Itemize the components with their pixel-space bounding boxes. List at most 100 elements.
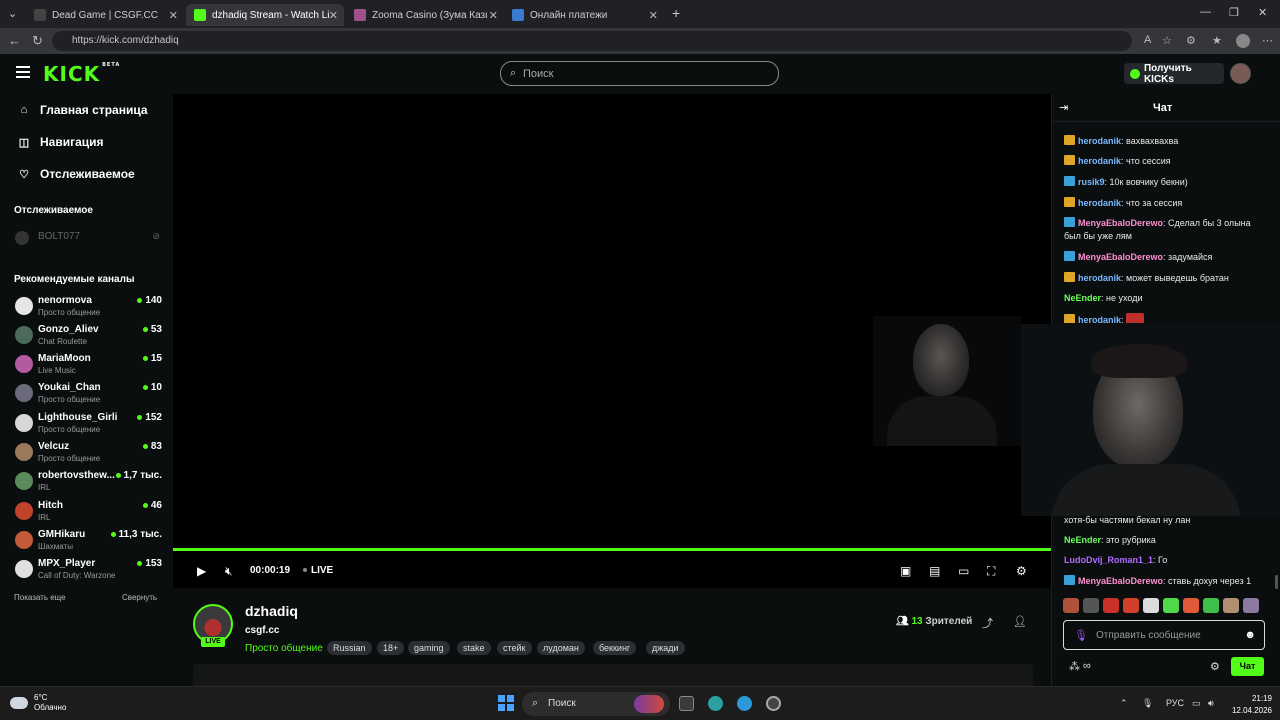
menu-dots-icon[interactable]: ⋯	[1262, 34, 1273, 47]
streamer-name[interactable]: dzhadiq	[245, 603, 298, 619]
browser-tab-3[interactable]: Zooma Casino (Зума Казино) ✕	[346, 4, 504, 26]
emote-icon[interactable]	[1143, 598, 1159, 613]
minimize-icon[interactable]: —	[1200, 6, 1211, 18]
emote-icon[interactable]	[1183, 598, 1199, 613]
webcam-overlay-large	[1021, 324, 1280, 516]
favorite-star-icon[interactable]: ☆	[1162, 34, 1172, 47]
clip-icon[interactable]: ▤	[929, 564, 940, 578]
tag[interactable]: gaming	[408, 641, 450, 655]
volume-icon[interactable]: 🔊︎	[1208, 698, 1214, 709]
get-kicks-button[interactable]: Получить KICKs	[1124, 63, 1224, 85]
collapse-chat-icon[interactable]: ⇥	[1059, 101, 1068, 114]
fullscreen-icon[interactable]: ⛶	[987, 564, 995, 579]
tag[interactable]: джади	[646, 641, 685, 655]
extensions-icon[interactable]: ⚙	[1186, 34, 1196, 47]
streamer-body	[887, 396, 997, 446]
send-chat-button[interactable]: Чат	[1231, 657, 1264, 676]
language-indicator[interactable]: РУС	[1166, 698, 1184, 708]
read-aloud-icon[interactable]: A	[1144, 34, 1151, 46]
tab-search-icon[interactable]: ⌄	[8, 7, 17, 20]
followed-channel-item[interactable]: BOLT077 ⊘	[14, 229, 162, 258]
kicks-icon[interactable]: ⁂	[1069, 660, 1080, 673]
browser-tab-4[interactable]: Онлайн платежи ✕	[504, 4, 664, 26]
browser-tab-1[interactable]: Dead Game | CSGF.CC ✕	[26, 4, 184, 26]
mute-icon[interactable]: 🔇︎	[225, 564, 233, 579]
emote-icon[interactable]	[1123, 598, 1139, 613]
microphone-icon[interactable]: 🎙︎	[1074, 629, 1088, 642]
emoji-picker-icon[interactable]: ☻	[1244, 629, 1256, 641]
chat-input-box[interactable]: 🎙︎ ☻	[1063, 620, 1265, 650]
chat-settings-gear-icon[interactable]: ⚙	[1210, 660, 1220, 673]
edge-browser-icon[interactable]	[708, 696, 723, 711]
search-box[interactable]: ⌕	[500, 61, 779, 86]
recommended-channel-item[interactable]: Lighthouse_Girlie Просто общение 152	[14, 411, 162, 440]
tag[interactable]: лудоман	[537, 641, 585, 655]
kick-logo[interactable]: KICK BETA	[43, 62, 120, 86]
recommended-channel-item[interactable]: robertovsthew... IRL 1,7 тыс.	[14, 469, 162, 498]
profile-icon[interactable]	[1236, 34, 1250, 48]
telegram-icon[interactable]	[737, 696, 752, 711]
back-icon[interactable]: ←	[8, 33, 21, 48]
sidebar-nav-home[interactable]: ⌂ Главная страница	[18, 103, 148, 117]
infinity-icon[interactable]: ∞	[1083, 660, 1091, 672]
close-tab-icon[interactable]: ✕	[169, 9, 178, 22]
steam-icon[interactable]	[766, 696, 781, 711]
sidebar-nav-browse[interactable]: ◫ Навигация	[18, 135, 104, 149]
tag[interactable]: стейк	[497, 641, 532, 655]
url-field[interactable]: https://kick.com/dzhadiq	[52, 31, 1132, 51]
weather-widget[interactable]: 6°C Облачно	[10, 693, 66, 713]
stream-category[interactable]: Просто общение	[245, 643, 323, 654]
emote-icon[interactable]	[1163, 598, 1179, 613]
user-avatar[interactable]	[1230, 63, 1251, 84]
emote-icon[interactable]	[1243, 598, 1259, 613]
tag[interactable]: stake	[457, 641, 491, 655]
show-more-link[interactable]: Показать еще	[14, 593, 66, 602]
recommended-channel-item[interactable]: Hitch IRL 46	[14, 499, 162, 528]
tray-overflow-icon[interactable]: ⌃	[1120, 698, 1128, 709]
recommended-channel-item[interactable]: Gonzo_Aliev Chat Roulette 53	[14, 323, 162, 352]
recommended-channel-item[interactable]: MariaMoon Live Music 15	[14, 352, 162, 381]
microphone-tray-icon[interactable]: 🎙︎	[1142, 698, 1153, 709]
mini-player-icon[interactable]: ▣	[900, 564, 911, 578]
collapse-link[interactable]: Свернуть	[122, 593, 157, 602]
taskbar-search[interactable]: ⌕ Поиск	[522, 692, 670, 716]
network-icon[interactable]: ▭	[1192, 698, 1201, 709]
emote-icon[interactable]	[1223, 598, 1239, 613]
recommended-channel-item[interactable]: Youkai_Chan Просто общение 10	[14, 381, 162, 410]
recommended-channel-item[interactable]: GMHikaru Шахматы 11,3 тыс.	[14, 528, 162, 557]
emote-icon[interactable]	[1063, 598, 1079, 613]
emote-icon[interactable]	[1083, 598, 1099, 613]
hamburger-menu-icon[interactable]	[16, 66, 30, 78]
share-icon[interactable]: ⤴	[982, 615, 993, 631]
play-icon[interactable]: ▶	[197, 564, 206, 578]
recommended-channel-item[interactable]: nenormova Просто общение 140	[14, 294, 162, 323]
search-input[interactable]	[523, 66, 763, 82]
close-window-icon[interactable]: ✕	[1258, 6, 1267, 19]
recommended-channel-item[interactable]: Velcuz Просто общение 83	[14, 440, 162, 469]
new-tab-button[interactable]: +	[672, 5, 680, 21]
follow-user-icon[interactable]: 👤︎	[1013, 615, 1027, 628]
tag[interactable]: Russian	[327, 641, 372, 655]
emote-icon[interactable]	[1203, 598, 1219, 613]
theater-mode-icon[interactable]: ▭	[958, 564, 969, 578]
close-tab-icon[interactable]: ✕	[329, 9, 338, 22]
browser-tab-2[interactable]: dzhadiq Stream - Watch Live on Kick ✕	[186, 4, 344, 26]
recommended-channel-item[interactable]: MPX_Player Call of Duty: Warzone 153	[14, 557, 162, 586]
close-tab-icon[interactable]: ✕	[489, 9, 498, 22]
tag[interactable]: беккинг	[593, 641, 637, 655]
file-explorer-icon[interactable]	[679, 696, 694, 711]
sidebar-nav-following[interactable]: ♡ Отслеживаемое	[18, 167, 135, 181]
progress-bar[interactable]	[173, 548, 1051, 551]
close-tab-icon[interactable]: ✕	[649, 9, 658, 22]
chat-scrollbar[interactable]	[1275, 575, 1278, 589]
live-indicator[interactable]: LIVE	[303, 565, 333, 576]
restore-icon[interactable]: ❐	[1229, 6, 1239, 19]
favorites-icon[interactable]: ★	[1212, 34, 1222, 47]
emote-icon[interactable]	[1103, 598, 1119, 613]
reload-icon[interactable]: ↻	[32, 33, 43, 49]
chat-message-input[interactable]	[1096, 628, 1236, 643]
clock[interactable]: 21:19 12.04.2026	[1228, 693, 1272, 717]
windows-start-icon[interactable]	[498, 695, 514, 711]
tag[interactable]: 18+	[377, 641, 405, 655]
settings-gear-icon[interactable]: ⚙	[1016, 564, 1027, 578]
